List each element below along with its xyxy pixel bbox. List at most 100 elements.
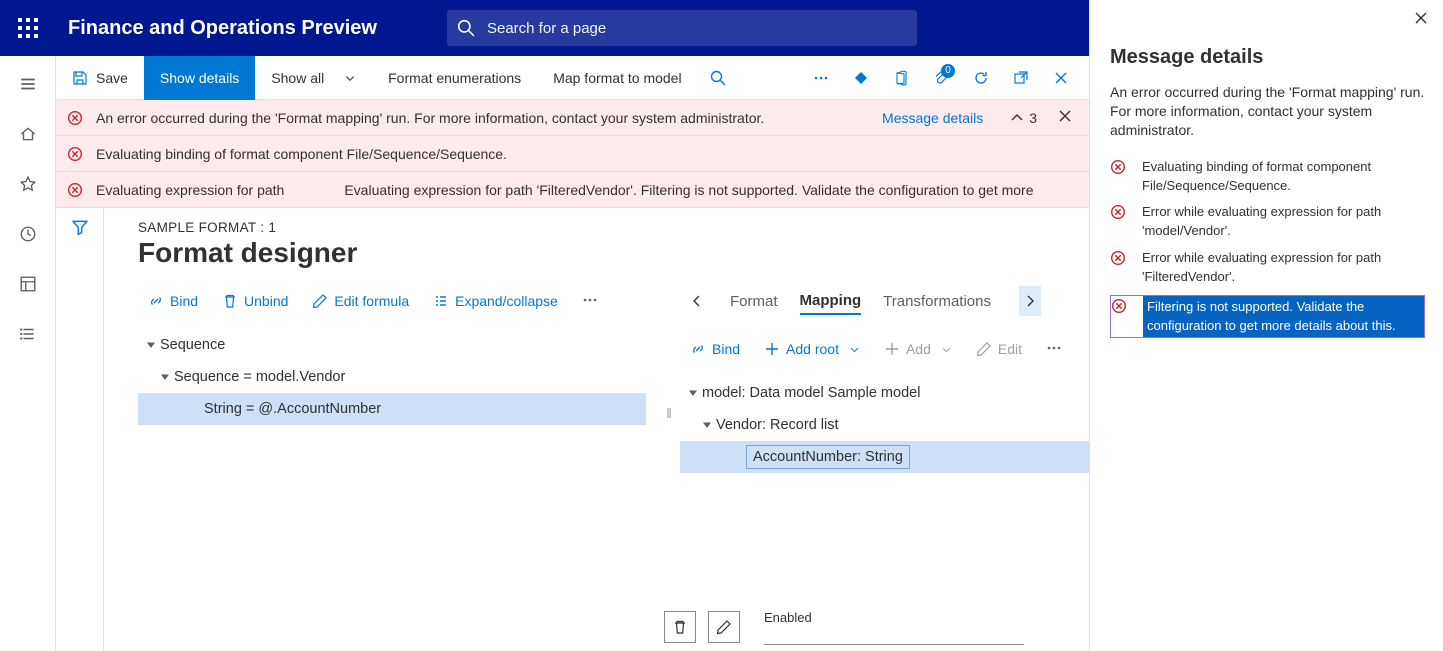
save-icon xyxy=(72,70,88,86)
edit-button[interactable]: Edit xyxy=(966,341,1032,357)
cmd-search-button[interactable] xyxy=(698,56,738,100)
vertical-splitter[interactable]: ‖ xyxy=(658,393,680,433)
edit-property-button[interactable] xyxy=(708,611,740,643)
cmd-office-button[interactable] xyxy=(881,56,921,100)
message-details-link[interactable]: Message details xyxy=(872,110,993,126)
panel-title: Message details xyxy=(1110,46,1425,69)
tab-arrow-right[interactable] xyxy=(1019,286,1041,316)
trash-icon xyxy=(222,293,238,309)
plus-icon xyxy=(764,341,780,357)
enabled-field: Enabled xyxy=(764,610,1024,645)
global-search[interactable] xyxy=(447,10,917,46)
message-text: Evaluating binding of format component F… xyxy=(96,146,1077,162)
message-text: Evaluating expression for path Evaluatin… xyxy=(96,182,1077,198)
cmd-popout-button[interactable] xyxy=(1001,56,1041,100)
nav-home[interactable] xyxy=(0,112,56,156)
add-button[interactable]: Add xyxy=(874,341,962,357)
tab-mapping[interactable]: Mapping xyxy=(800,288,862,315)
add-root-button[interactable]: Add root xyxy=(754,341,870,357)
error-icon xyxy=(1110,203,1130,241)
designer-wrap: SAMPLE FORMAT : 1 Format designer Bind U… xyxy=(56,208,1089,651)
unbind-button[interactable]: Unbind xyxy=(212,293,298,309)
enabled-label: Enabled xyxy=(764,610,1024,625)
format-enumerations-button[interactable]: Format enumerations xyxy=(372,56,537,100)
dots-icon xyxy=(1046,340,1062,356)
nav-expand-button[interactable] xyxy=(0,62,56,106)
tree-node-accountnumber[interactable]: AccountNumber: String xyxy=(680,441,1089,473)
panel-items: Evaluating binding of format component F… xyxy=(1110,158,1425,339)
mapping-toolbar-more[interactable] xyxy=(1036,340,1072,359)
trash-icon xyxy=(672,619,688,635)
cmd-more-button[interactable] xyxy=(801,56,841,100)
list-icon xyxy=(433,293,449,309)
show-details-button[interactable]: Show details xyxy=(144,56,255,100)
pen-icon xyxy=(716,619,732,635)
close-icon xyxy=(1053,70,1069,86)
error-icon xyxy=(64,110,86,126)
message-bar-1: An error occurred during the 'Format map… xyxy=(56,100,1089,136)
expander-icon[interactable] xyxy=(684,388,702,398)
show-all-button[interactable]: Show all xyxy=(255,56,372,100)
chevron-left-icon xyxy=(689,293,705,309)
expander-icon[interactable] xyxy=(156,372,174,382)
app-launcher-button[interactable] xyxy=(0,0,56,56)
error-icon xyxy=(1110,249,1130,287)
tree-node-vendor[interactable]: Vendor: Record list xyxy=(680,409,1089,441)
nav-favorites[interactable] xyxy=(0,162,56,206)
cmd-attach-button[interactable]: 0 xyxy=(921,56,961,100)
cmd-rse-button[interactable] xyxy=(841,56,881,100)
error-icon xyxy=(1111,296,1131,338)
expander-icon[interactable] xyxy=(698,420,716,430)
tree-node-sequence-vendor[interactable]: Sequence = model.Vendor xyxy=(138,361,646,393)
map-format-to-model-button[interactable]: Map format to model xyxy=(537,56,697,100)
popup-icon xyxy=(1013,70,1029,86)
chevron-up-icon xyxy=(1009,110,1025,126)
tab-format[interactable]: Format xyxy=(730,289,778,314)
breadcrumb: SAMPLE FORMAT : 1 xyxy=(138,220,1089,235)
expand-collapse-button[interactable]: Expand/collapse xyxy=(423,293,568,309)
attach-badge: 0 xyxy=(941,64,955,78)
bind-button[interactable]: Bind xyxy=(680,341,750,357)
panel-close-button[interactable] xyxy=(1413,10,1429,31)
diamond-icon xyxy=(853,70,869,86)
refresh-icon xyxy=(973,70,989,86)
nav-modules[interactable] xyxy=(0,312,56,356)
tree-node-sequence[interactable]: Sequence xyxy=(138,329,646,361)
mapping-panel: Format Mapping Transformations Bind Add … xyxy=(680,283,1089,651)
chevron-right-icon xyxy=(1022,293,1038,309)
delete-button[interactable] xyxy=(664,611,696,643)
nav-recent[interactable] xyxy=(0,212,56,256)
cmd-refresh-button[interactable] xyxy=(961,56,1001,100)
message-bar-3: Evaluating expression for path Evaluatin… xyxy=(56,172,1089,208)
bind-button[interactable]: Bind xyxy=(138,293,208,309)
mapping-tree: model: Data model Sample model Vendor: R… xyxy=(680,377,1089,473)
tree-node-string-accountnumber[interactable]: String = @.AccountNumber xyxy=(138,393,646,425)
search-input[interactable] xyxy=(487,20,907,37)
filter-button[interactable] xyxy=(71,218,89,651)
tab-transformations[interactable]: Transformations xyxy=(883,289,991,314)
message-bar-2: Evaluating binding of format component F… xyxy=(56,136,1089,172)
plus-icon xyxy=(884,341,900,357)
app-title: Finance and Operations Preview xyxy=(68,17,377,40)
tree-node-model[interactable]: model: Data model Sample model xyxy=(680,377,1089,409)
nav-workspaces[interactable] xyxy=(0,262,56,306)
panel-item[interactable]: Error while evaluating expression for pa… xyxy=(1110,203,1425,241)
panel-item[interactable]: Error while evaluating expression for pa… xyxy=(1110,249,1425,287)
panel-resizer[interactable]: ‖ xyxy=(1089,326,1090,342)
format-tree-panel: Bind Unbind Edit formula Expand/collapse… xyxy=(138,283,658,651)
panel-item-selected[interactable]: Filtering is not supported. Validate the… xyxy=(1110,295,1425,339)
message-collapse[interactable]: 3 xyxy=(1003,110,1043,126)
enabled-value[interactable] xyxy=(764,625,1024,645)
panel-item[interactable]: Evaluating binding of format component F… xyxy=(1110,158,1425,196)
tab-arrow-left[interactable] xyxy=(686,286,708,316)
cmd-close-button[interactable] xyxy=(1041,56,1081,100)
dots-icon xyxy=(813,70,829,86)
message-close[interactable] xyxy=(1053,108,1077,127)
list-icon xyxy=(19,325,37,343)
edit-formula-button[interactable]: Edit formula xyxy=(302,293,419,309)
expander-icon[interactable] xyxy=(142,340,160,350)
format-toolbar-more[interactable] xyxy=(572,292,608,311)
save-button[interactable]: Save xyxy=(56,56,144,100)
message-text: An error occurred during the 'Format map… xyxy=(96,110,862,126)
designer: SAMPLE FORMAT : 1 Format designer Bind U… xyxy=(104,208,1089,651)
